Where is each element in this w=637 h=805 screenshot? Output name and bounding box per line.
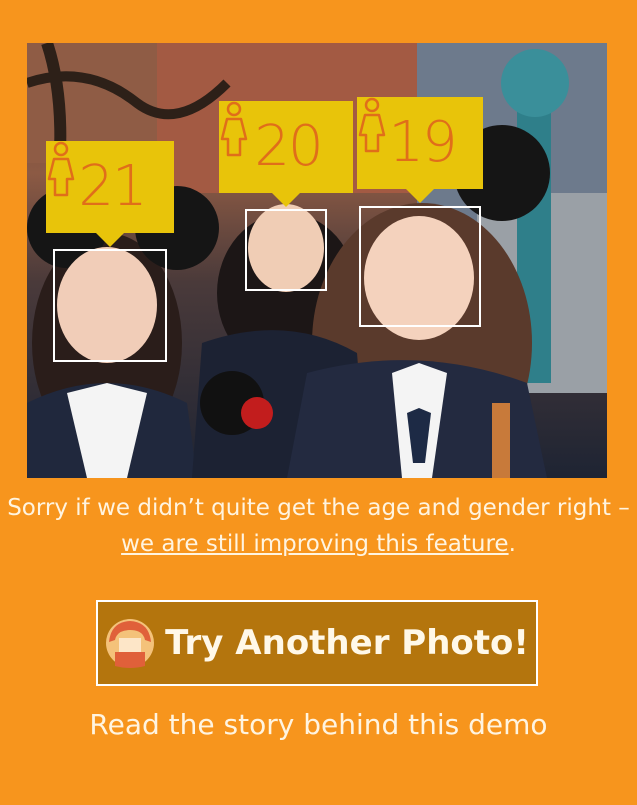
disclaimer-text: Sorry if we didn’t quite get the age and… bbox=[7, 495, 630, 521]
uploaded-photo: 21 20 19 bbox=[27, 43, 607, 478]
face-avatar-icon bbox=[106, 619, 155, 668]
improving-feature-link[interactable]: we are still improving this feature bbox=[121, 531, 509, 557]
age-value: 19 bbox=[388, 110, 457, 175]
face-box-1 bbox=[53, 249, 167, 362]
tag-pointer bbox=[96, 233, 124, 247]
face-box-2 bbox=[245, 209, 327, 291]
disclaimer-end: . bbox=[508, 531, 516, 557]
female-icon bbox=[47, 141, 75, 197]
age-tag-3: 19 bbox=[357, 97, 483, 203]
age-tag-2: 20 bbox=[219, 101, 353, 207]
try-another-photo-button[interactable]: Try Another Photo! bbox=[96, 600, 538, 686]
female-icon bbox=[358, 97, 386, 153]
try-button-label: Try Another Photo! bbox=[165, 623, 529, 663]
tag-pointer bbox=[406, 189, 434, 203]
story-link[interactable]: Read the story behind this demo bbox=[0, 708, 637, 741]
age-value: 20 bbox=[254, 114, 323, 179]
face-box-3 bbox=[359, 206, 481, 327]
tag-pointer bbox=[272, 193, 300, 207]
age-value: 21 bbox=[78, 154, 147, 219]
female-icon bbox=[220, 101, 248, 157]
age-tag-1: 21 bbox=[46, 141, 174, 247]
disclaimer-message: Sorry if we didn’t quite get the age and… bbox=[0, 490, 637, 562]
